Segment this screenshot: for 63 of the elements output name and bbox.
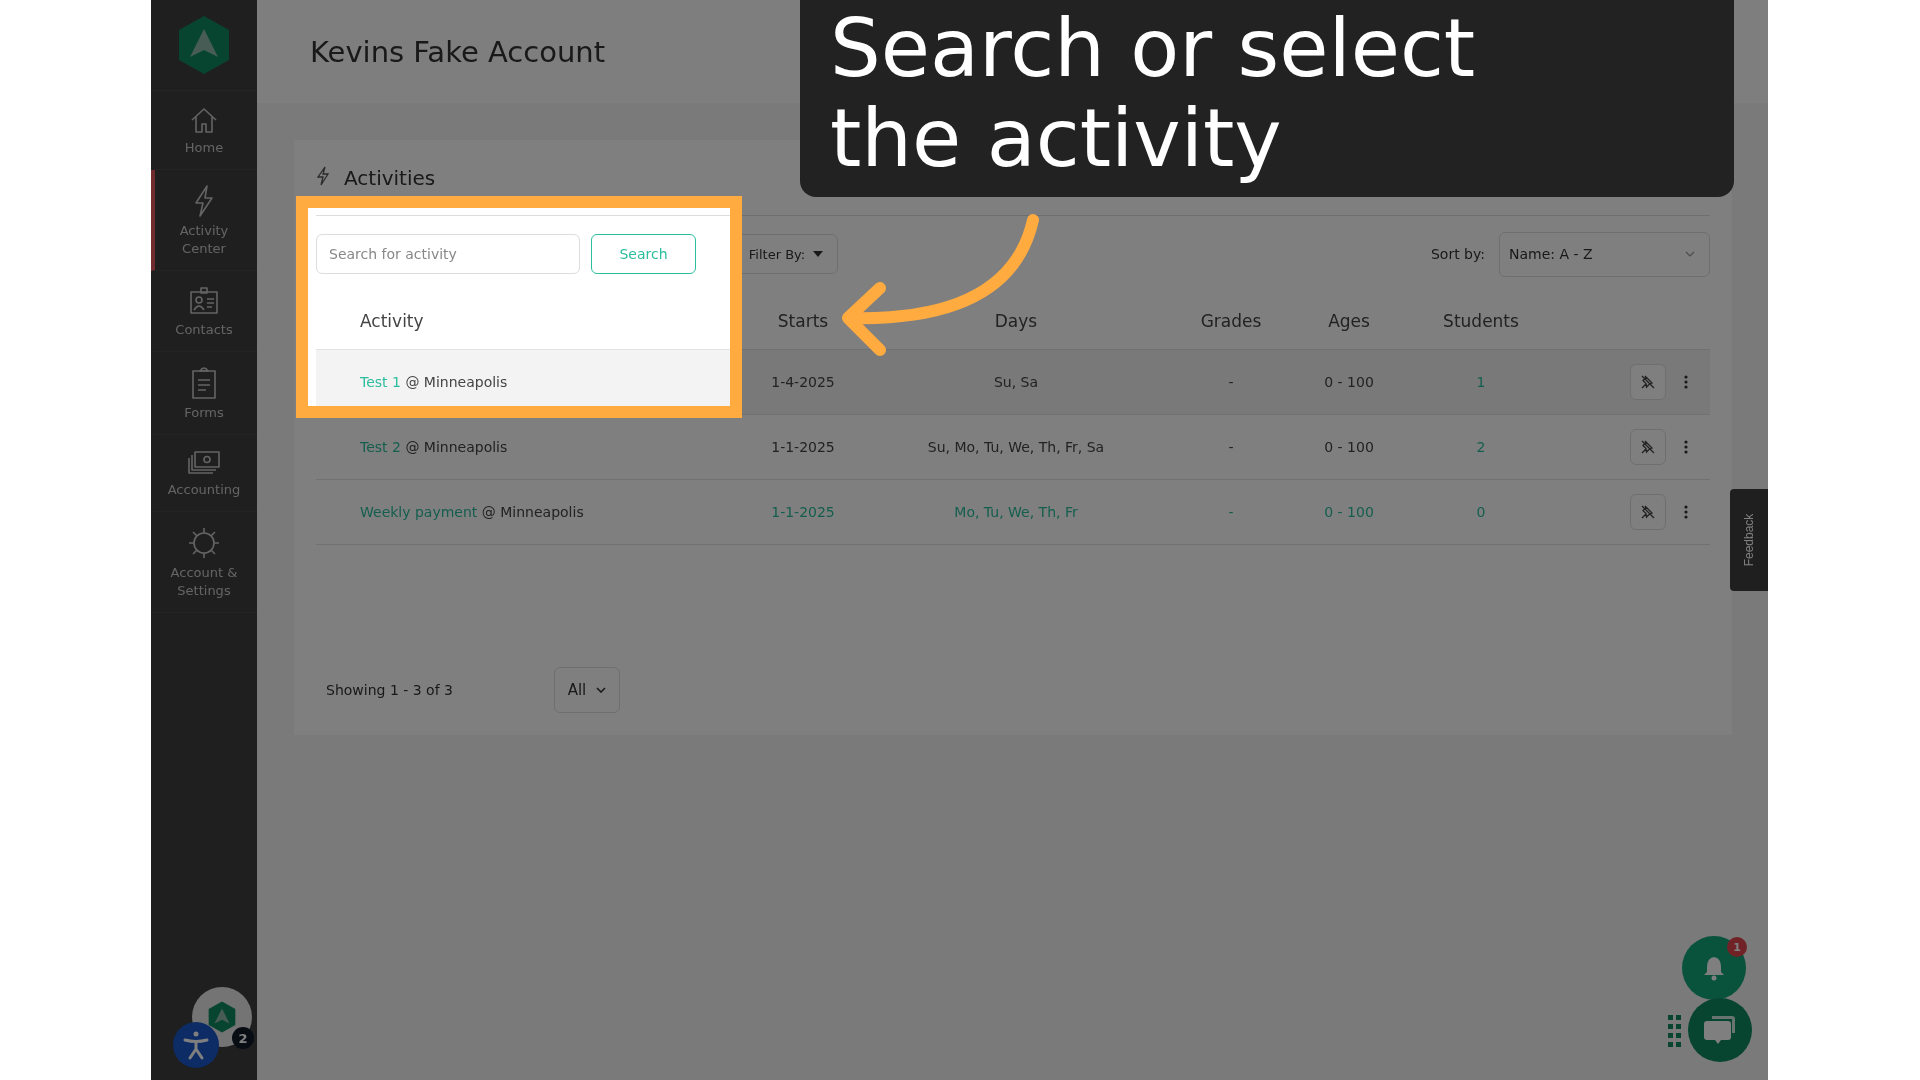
caret-icon — [813, 251, 824, 257]
page-size-dropdown[interactable]: All — [554, 667, 620, 713]
table-cell-text: Weekly payment @ Minneapolis — [359, 504, 585, 520]
table-cell-text: 1 — [1475, 374, 1487, 390]
section-title: Activities — [344, 165, 436, 190]
pin-button[interactable] — [1630, 429, 1666, 465]
pin-icon — [1640, 504, 1656, 520]
cash-icon — [187, 449, 221, 477]
table-cell-text: 2 — [1475, 439, 1487, 455]
notification-badge: 1 — [1727, 937, 1747, 957]
table-cell-text: 0 - 100 — [1323, 374, 1375, 390]
search-field[interactable]: Search for activity — [316, 234, 580, 274]
table-cell-text: - — [1227, 504, 1235, 520]
feedback-tab[interactable]: Feedback — [1730, 489, 1768, 591]
table-cell-text: Su, Sa — [992, 374, 1040, 390]
table-cell-text: 1-1-2025 — [770, 439, 836, 455]
sort-label: Sort by: — [1430, 246, 1485, 262]
caption-text: Search or select the activity — [830, 4, 1477, 184]
accessibility-button[interactable] — [173, 1022, 219, 1068]
sort-dropdown[interactable]: Name: A - Z — [1499, 231, 1710, 277]
chevron-icon — [596, 687, 607, 693]
bell-icon — [1702, 955, 1726, 981]
activity-link[interactable]: Weekly payment — [360, 504, 478, 520]
column-header: Ages — [1327, 311, 1371, 331]
table-cell-text: 1-4-2025 — [770, 374, 836, 390]
chevron-icon — [1685, 251, 1695, 257]
column-header: Activity — [359, 311, 425, 331]
table-cell-text: Test 1 @ Minneapolis — [359, 374, 509, 390]
logo-icon — [207, 1001, 237, 1033]
table-cell-text: Test 2 @ Minneapolis — [359, 439, 509, 455]
table-cell-text: Mo, Tu, We, Th, Fr — [953, 504, 1079, 520]
table-cell-text: 0 - 100 — [1323, 439, 1375, 455]
column-header: Days — [993, 311, 1039, 331]
column-header: Students — [1442, 311, 1520, 331]
table-cell-text: 1-1-2025 — [770, 504, 836, 520]
table-cell-text: - — [1227, 374, 1235, 390]
more-icon[interactable] — [1682, 505, 1690, 519]
id-card-icon — [188, 285, 220, 317]
logo-icon[interactable] — [177, 15, 231, 75]
gear-icon — [187, 526, 221, 560]
column-header: Starts — [776, 311, 830, 331]
home-icon — [189, 105, 219, 135]
search-button[interactable]: Search — [591, 234, 696, 274]
pin-button[interactable] — [1630, 494, 1666, 530]
drag-handle-icon[interactable] — [1668, 1015, 1682, 1047]
activity-link[interactable]: Test 2 — [360, 439, 401, 455]
pagination-text: Showing 1 - 3 of 3 — [326, 682, 454, 698]
pin-button[interactable] — [1630, 364, 1666, 400]
table-cell-text: 0 - 100 — [1323, 504, 1375, 520]
notifications-button[interactable] — [1682, 936, 1746, 1000]
activity-link[interactable]: Test 1 — [360, 374, 401, 390]
table-cell-text: - — [1227, 439, 1235, 455]
more-icon[interactable] — [1682, 440, 1690, 454]
clipboard-icon — [189, 366, 219, 400]
table-cell-text: Su, Mo, Tu, We, Th, Fr, Sa — [926, 439, 1106, 455]
account-name: Kevins Fake Account — [310, 34, 606, 69]
table-cell-text: 0 — [1475, 504, 1487, 520]
pin-icon — [1640, 439, 1656, 455]
more-icon[interactable] — [1682, 375, 1690, 389]
column-header: Grades — [1199, 311, 1263, 331]
accessibility-icon — [182, 1029, 210, 1061]
count-badge: 2 — [232, 1027, 254, 1049]
pin-icon — [1640, 374, 1656, 390]
